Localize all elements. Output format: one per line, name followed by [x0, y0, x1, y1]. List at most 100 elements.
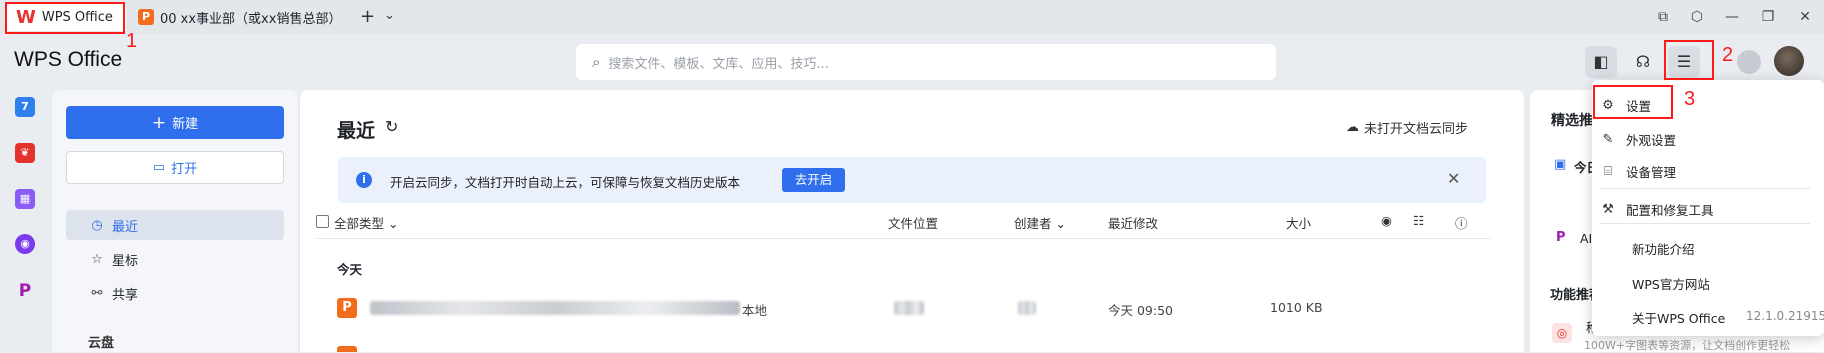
recommendation-title: 精选推: [1551, 113, 1593, 129]
menu-item-label: WPS官方网站: [1632, 277, 1710, 292]
column-type[interactable]: 全部类型 ⌄: [334, 213, 398, 232]
new-tab-button[interactable]: +: [360, 6, 375, 27]
file-name: [370, 301, 740, 315]
search-icon: ⌕: [592, 53, 601, 71]
eye-icon[interactable]: ◉: [1381, 213, 1392, 228]
minimize-icon[interactable]: —: [1721, 6, 1743, 28]
annotation-number-3: 3: [1684, 88, 1696, 110]
restore-icon[interactable]: ❐: [1757, 6, 1779, 28]
info-icon: i: [356, 172, 372, 188]
banner-text: 开启云同步，文档打开时自动上云，可保障与恢复文档历史版本: [390, 175, 741, 190]
list-item-icon: ◎: [1552, 323, 1572, 343]
new-button-label: 新建: [172, 117, 199, 132]
plus-icon: +: [151, 112, 167, 133]
annotation-box-1: [5, 2, 125, 34]
info-icon[interactable]: ⓘ: [1455, 213, 1468, 232]
cloud-section-label: 云盘: [88, 336, 115, 351]
search-input[interactable]: ⌕ 搜索文件、模板、文库、应用、技巧...: [576, 44, 1276, 80]
menu-item-repair-tools[interactable]: ⚒ 配置和修复工具: [1600, 200, 1714, 219]
annotation-number-2: 2: [1722, 44, 1734, 66]
sidebar-item-label: 最近: [112, 219, 139, 235]
chevron-down-icon: ⌄: [388, 216, 399, 231]
folder-icon: ▭: [152, 160, 166, 175]
menu-divider: [1600, 223, 1810, 224]
sync-status[interactable]: ☁ 未打开文档云同步: [1346, 118, 1468, 137]
refresh-icon[interactable]: ↻: [385, 117, 398, 136]
cloud-off-icon: ☁: [1346, 120, 1359, 135]
menu-item-label: 配置和修复工具: [1626, 203, 1714, 218]
file-modified: 今天 09:50: [1108, 303, 1173, 318]
tab-label: 00 xx事业部（或xx销售总部）“十王: [160, 11, 340, 27]
menu-item-label: 新功能介绍: [1632, 242, 1695, 257]
search-placeholder: 搜索文件、模板、文库、应用、技巧...: [608, 56, 829, 72]
presentation-icon: P: [337, 298, 357, 318]
annotation-box-2: [1664, 40, 1714, 80]
annotation-number-1: 1: [126, 30, 138, 52]
filter-settings-icon[interactable]: ☷: [1413, 213, 1424, 228]
menu-item-device-management[interactable]: ⌸ 设备管理: [1600, 162, 1676, 181]
menu-item-about[interactable]: 关于WPS Office: [1632, 308, 1725, 327]
menu-item-whats-new[interactable]: 新功能介绍: [1632, 239, 1695, 258]
clock-icon: ◷: [91, 217, 103, 233]
avatar[interactable]: [1774, 46, 1804, 76]
menu-item-official-site[interactable]: WPS官方网站: [1632, 274, 1710, 293]
open-button[interactable]: ▭ 打开: [66, 151, 284, 184]
open-button-label: 打开: [171, 162, 198, 177]
new-button[interactable]: + 新建: [66, 106, 284, 139]
annotation-box-3: [1593, 85, 1673, 119]
sidebar-item-label: 共享: [112, 287, 139, 303]
file-location: [894, 301, 924, 315]
headset-icon[interactable]: ☊: [1627, 46, 1659, 78]
brush-icon: ✎: [1602, 132, 1614, 147]
ai-item[interactable]: AI: [1580, 231, 1592, 246]
sidebar-item-starred[interactable]: ☆ 星标: [66, 244, 284, 274]
share-icon: ⚯: [91, 285, 103, 301]
sidebar-item-shared[interactable]: ⚯ 共享: [66, 278, 284, 308]
device-icon: ⌸: [1604, 164, 1612, 179]
menu-item-label: 设备管理: [1626, 165, 1677, 180]
file-creator: [1018, 301, 1036, 315]
layout-icon[interactable]: ⧉: [1652, 6, 1674, 28]
table-row-partial[interactable]: [337, 346, 357, 352]
divider: [316, 238, 1490, 239]
brand-title: WPS Office: [14, 48, 123, 71]
column-size: 大小: [1286, 216, 1312, 231]
close-icon[interactable]: ✕: [1447, 169, 1460, 188]
menu-divider: [1600, 188, 1810, 189]
apps-icon[interactable]: ▦: [15, 189, 35, 209]
star-icon: ☆: [91, 251, 103, 267]
menu-item-label: 关于WPS Office: [1632, 311, 1726, 326]
close-icon[interactable]: ✕: [1794, 6, 1816, 28]
column-creator[interactable]: 创建者 ⌄: [1014, 213, 1066, 232]
chevron-down-icon: ⌄: [1055, 216, 1066, 231]
select-all-checkbox[interactable]: [316, 215, 329, 228]
wrench-icon: ⚒: [1602, 202, 1614, 217]
column-modified: 最近修改: [1108, 216, 1159, 231]
sidebar-toggle-icon[interactable]: ◧: [1585, 46, 1617, 78]
cube-icon[interactable]: ⬡: [1686, 6, 1708, 28]
version-label: 12.1.0.21915: [1746, 309, 1824, 323]
page-title: 最近: [337, 120, 376, 142]
wps-p-icon[interactable]: P: [15, 281, 35, 301]
presentation-icon: P: [138, 9, 154, 25]
group-label-today: 今天: [337, 262, 363, 277]
location-tag: 本地: [742, 303, 768, 318]
assistant-icon[interactable]: ◉: [15, 234, 35, 254]
pdf-icon[interactable]: ❦: [15, 143, 35, 163]
footer-text: 100W+字图表等资源，让文档创作更轻松: [1584, 339, 1791, 352]
ai-item-icon: P: [1556, 230, 1566, 245]
sync-status-label: 未打开文档云同步: [1364, 122, 1469, 137]
sidebar-item-label: 星标: [112, 253, 139, 269]
chevron-down-icon[interactable]: ⌄: [384, 8, 395, 23]
cloud-status-icon[interactable]: [1737, 50, 1761, 74]
column-location: 文件位置: [888, 216, 939, 231]
enable-sync-button[interactable]: 去开启: [782, 168, 845, 192]
tab-document[interactable]: P 00 xx事业部（或xx销售总部）“十王: [128, 3, 350, 31]
menu-item-appearance[interactable]: ✎ 外观设置: [1600, 130, 1676, 149]
sidebar-item-recent[interactable]: ◷ 最近: [66, 210, 284, 240]
file-size: 1010 KB: [1270, 300, 1323, 315]
calendar-icon[interactable]: 7: [15, 97, 35, 117]
menu-item-label: 外观设置: [1626, 133, 1677, 148]
calendar-icon: ▣: [1554, 157, 1567, 172]
table-row[interactable]: P 本地 今天 09:50 1010 KB: [316, 292, 1490, 324]
